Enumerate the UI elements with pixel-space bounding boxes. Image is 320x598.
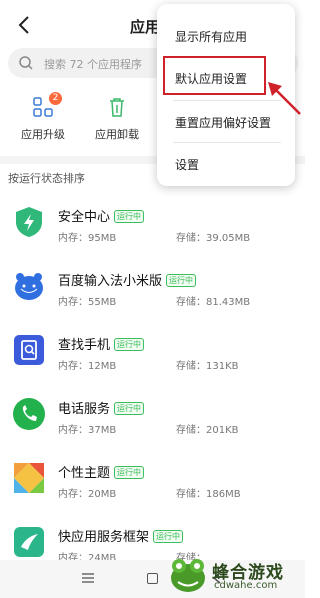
app-memory: 内存：95MB bbox=[58, 233, 117, 244]
app-memory: 内存：37MB bbox=[58, 425, 117, 436]
pointer-arrow-icon bbox=[268, 82, 301, 115]
running-status-tag: 运行中 bbox=[153, 530, 184, 543]
list-item[interactable]: 安全中心 运行中 内存：95MB 存储：39.05MB bbox=[0, 194, 305, 258]
app-list: 安全中心 运行中 内存：95MB 存储：39.05MB 百度输入法小米版 运行中 内… bbox=[0, 194, 305, 578]
app-uninstall-label: 应用卸载 bbox=[95, 128, 139, 141]
find-phone-icon bbox=[14, 335, 44, 365]
trash-icon bbox=[110, 98, 124, 117]
app-storage: 存储：81.43MB bbox=[176, 297, 251, 308]
running-status-tag: 运行中 bbox=[114, 466, 145, 479]
app-upgrade-label: 应用升级 bbox=[21, 128, 65, 141]
upgrade-count-badge: 2 bbox=[49, 92, 62, 105]
app-name: 电话服务 运行中 bbox=[58, 398, 145, 417]
app-name: 个性主题 运行中 bbox=[58, 462, 145, 481]
watermark-url: cdwahe.com bbox=[214, 580, 278, 591]
menu-item-show-all-apps[interactable]: 显示所有应用 bbox=[175, 28, 247, 45]
menu-icon[interactable] bbox=[82, 573, 94, 583]
home-icon[interactable] bbox=[147, 573, 158, 584]
app-storage: 存储：186MB bbox=[176, 489, 241, 500]
menu-item-reset-app-preferences[interactable]: 重置应用偏好设置 bbox=[175, 114, 271, 131]
security-center-icon bbox=[16, 207, 42, 237]
app-memory: 内存：12MB bbox=[58, 361, 117, 372]
menu-divider bbox=[173, 142, 281, 143]
app-uninstall-button[interactable]: 应用卸载 bbox=[82, 88, 152, 150]
list-item[interactable]: 个性主题 运行中 内存：20MB 存储：186MB bbox=[0, 450, 305, 514]
app-name: 快应用服务框架 运行中 bbox=[58, 526, 184, 545]
running-status-tag: 运行中 bbox=[114, 210, 145, 223]
app-name: 安全中心 运行中 bbox=[58, 206, 145, 225]
app-storage: 存储：39.05MB bbox=[176, 233, 251, 244]
sort-header: 按运行状态排序 bbox=[8, 172, 85, 185]
app-name: 百度输入法小米版 运行中 bbox=[58, 270, 197, 289]
app-storage: 存储：131KB bbox=[176, 361, 239, 372]
menu-item-settings[interactable]: 设置 bbox=[175, 156, 199, 173]
list-item[interactable]: 电话服务 运行中 内存：37MB 存储：201KB bbox=[0, 386, 305, 450]
list-item[interactable]: 百度输入法小米版 运行中 内存：55MB 存储：81.43MB bbox=[0, 258, 305, 322]
app-name: 查找手机 运行中 bbox=[58, 334, 145, 353]
running-status-tag: 运行中 bbox=[114, 338, 145, 351]
running-status-tag: 运行中 bbox=[114, 402, 145, 415]
search-placeholder: 搜索 72 个应用程序 bbox=[44, 58, 142, 71]
list-item[interactable]: 查找手机 运行中 内存：12MB 存储：131KB bbox=[0, 322, 305, 386]
app-memory: 内存：20MB bbox=[58, 489, 117, 500]
running-status-tag: 运行中 bbox=[166, 274, 197, 287]
frog-logo-icon bbox=[171, 559, 205, 592]
app-memory: 内存：55MB bbox=[58, 297, 117, 308]
highlight-box bbox=[163, 56, 266, 95]
theme-icon bbox=[14, 463, 44, 493]
watermark: 蜂合游戏 cdwahe.com bbox=[168, 552, 303, 596]
phone-service-icon bbox=[13, 398, 45, 430]
app-upgrade-button[interactable]: 2 应用升级 bbox=[8, 88, 78, 150]
search-icon bbox=[19, 56, 33, 70]
baidu-input-icon bbox=[15, 273, 43, 300]
app-storage: 存储：201KB bbox=[176, 425, 239, 436]
quick-app-icon bbox=[14, 527, 44, 557]
